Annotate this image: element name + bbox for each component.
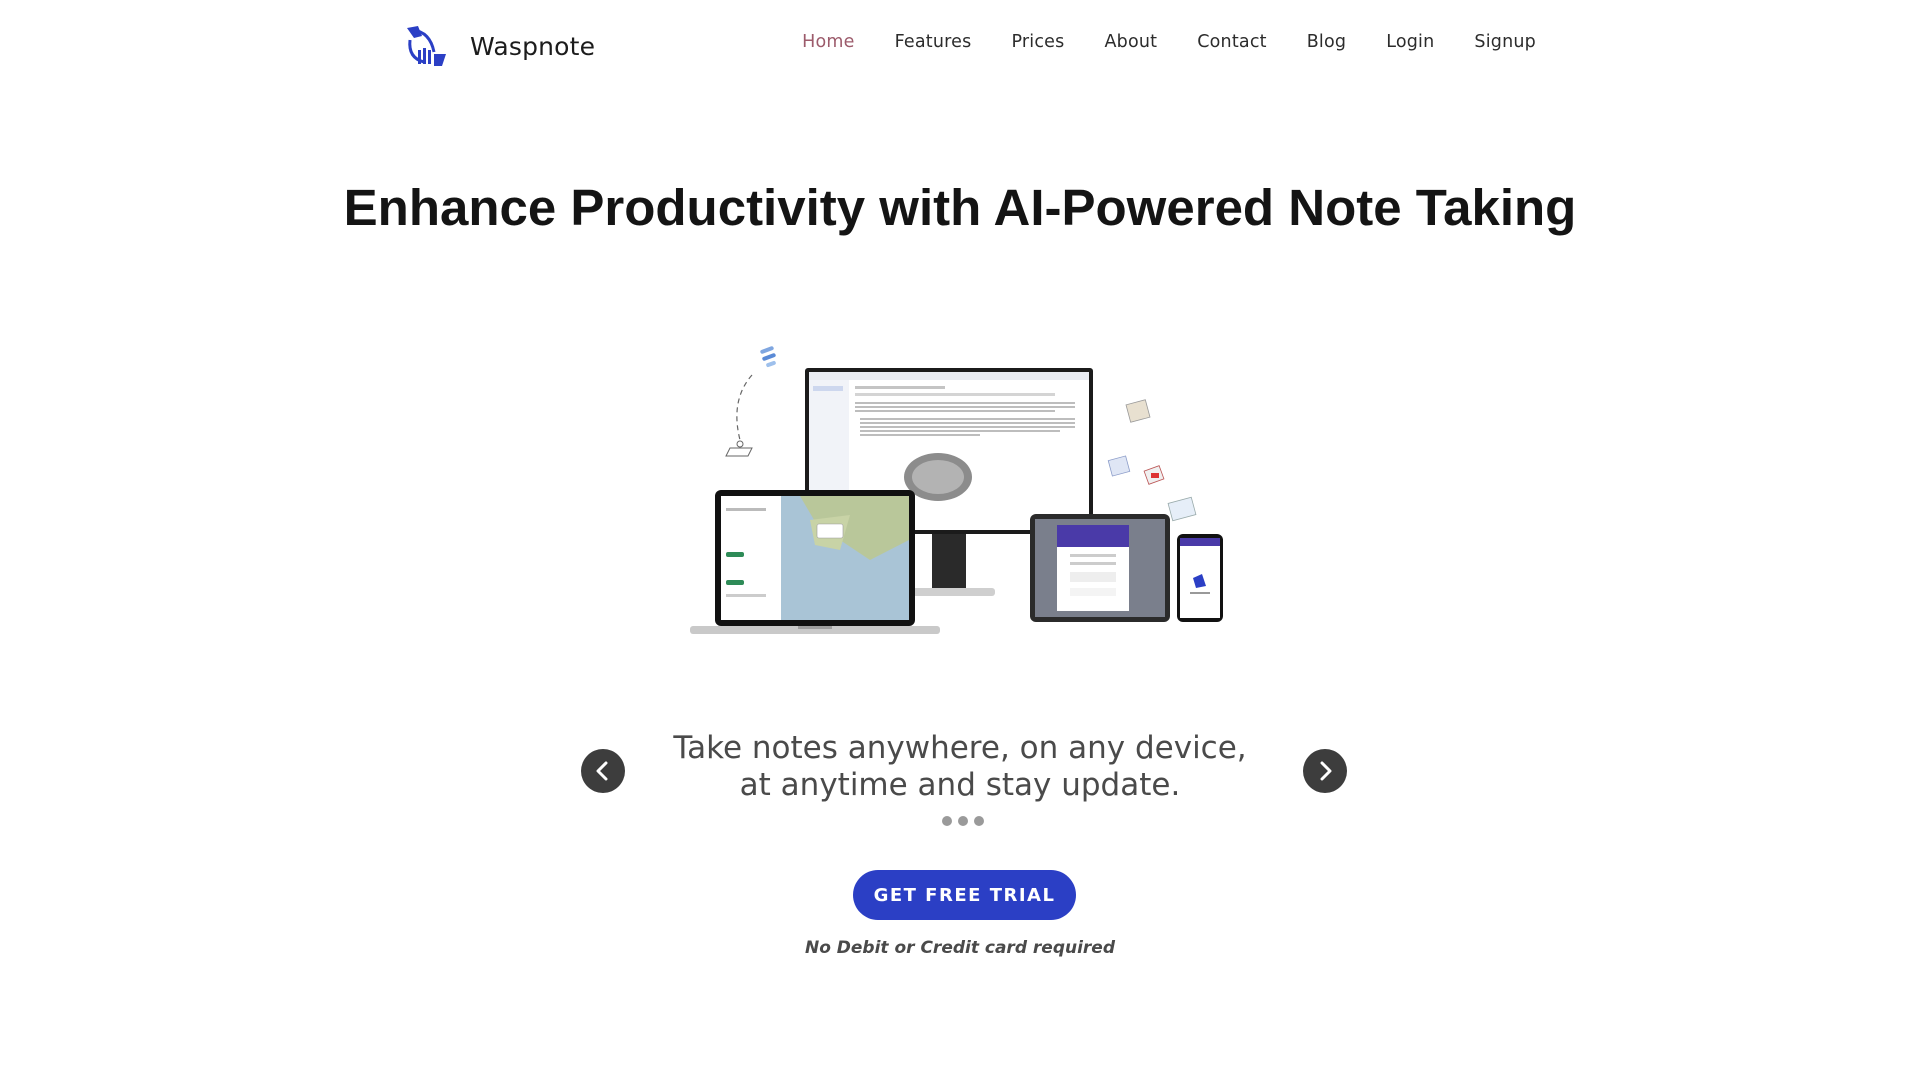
laptop (690, 490, 940, 634)
nav-item-features[interactable]: Features (895, 32, 972, 52)
nav-item-blog[interactable]: Blog (1307, 32, 1346, 52)
devices-illustration (690, 346, 1223, 634)
hero-title: Enhance Productivity with AI-Powered Not… (343, 179, 1577, 236)
main-nav: Home Features Prices About Contact Blog … (762, 32, 1536, 52)
get-free-trial-button[interactable]: GET FREE TRIAL (853, 870, 1076, 920)
tablet (1030, 514, 1170, 622)
cta-note: No Debit or Credit card required (804, 938, 1116, 958)
carousel-dot[interactable] (958, 816, 968, 826)
waspnote-logo-icon (407, 26, 446, 66)
smartphone (1177, 534, 1223, 622)
carousel-dot[interactable] (974, 816, 984, 826)
nav-item-home[interactable]: Home (802, 32, 854, 52)
nav-item-contact[interactable]: Contact (1197, 32, 1267, 52)
carousel-slide-text: Take notes anywhere, on any device, at a… (673, 730, 1247, 803)
carousel-prev-button[interactable] (581, 749, 625, 793)
carousel-dot[interactable] (942, 816, 952, 826)
nav-item-prices[interactable]: Prices (1011, 32, 1064, 52)
nav-item-signup[interactable]: Signup (1474, 32, 1536, 52)
site-header: Waspnote Home Features Prices About Cont… (0, 0, 1920, 100)
nav-item-login[interactable]: Login (1386, 32, 1434, 52)
brand-logo[interactable]: Waspnote (404, 24, 595, 68)
nav-item-about[interactable]: About (1104, 32, 1157, 52)
brand-name: Waspnote (470, 31, 596, 61)
chevron-right-icon (1320, 761, 1332, 781)
chevron-left-icon (596, 761, 608, 781)
carousel-dots (942, 816, 990, 826)
carousel-next-button[interactable] (1303, 749, 1347, 793)
